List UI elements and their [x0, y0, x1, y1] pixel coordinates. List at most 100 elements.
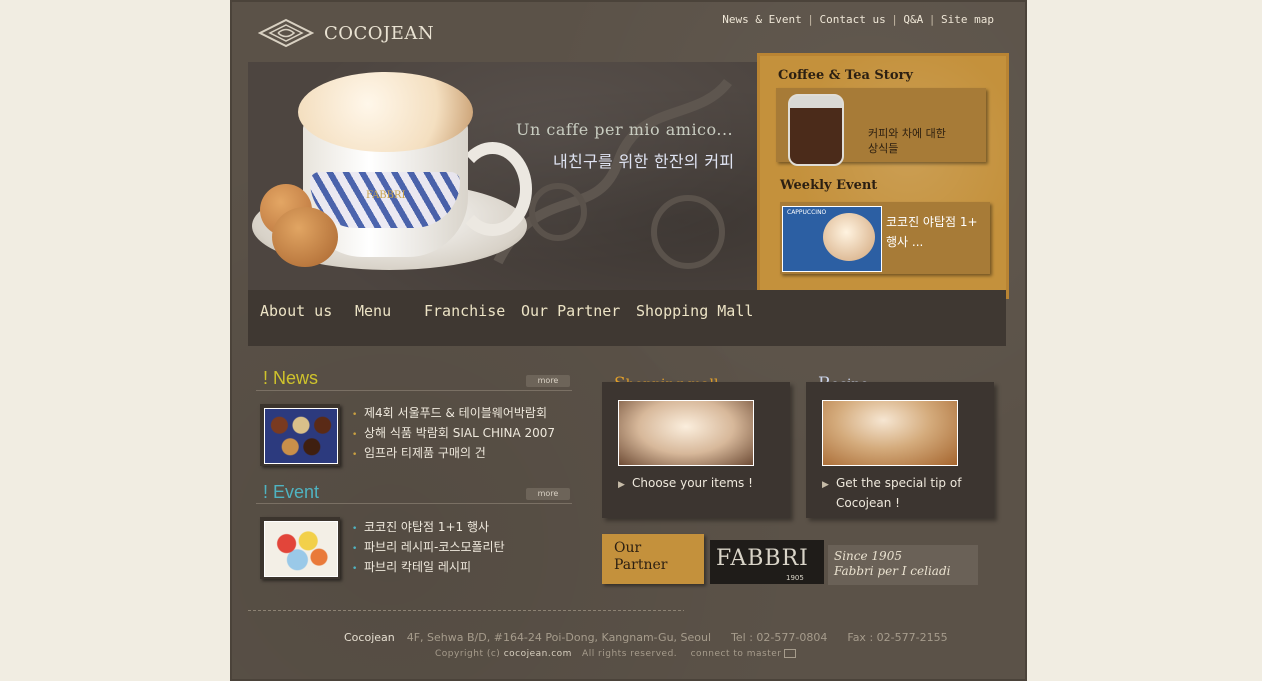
shopping-mall-card[interactable]: ▶ Choose your items ! [602, 382, 790, 518]
latte-image [618, 400, 754, 466]
slogan-korean: 내친구를 위한 한잔의 커피 [553, 152, 735, 171]
side-panel: Coffee & Tea Story 커피와 차에 대한 상식들 Weekly … [760, 56, 1006, 296]
weekly-event-card[interactable]: CAPPUCCINO 코코진 야탑점 1+ 행사 ... [780, 202, 990, 274]
footer-brand: Cocojean [344, 631, 395, 644]
recipe-text-line: Get the special tip of [836, 476, 962, 490]
list-item[interactable]: • 제4회 서울푸드 & 테이블웨어박람회 [352, 403, 555, 423]
footer-address: Cocojean 4F, Sehwa B/D, #164-24 Poi-Dong,… [344, 631, 948, 644]
list-item[interactable]: • 임프라 티제품 구매의 건 [352, 443, 555, 463]
partner-tag-line: Partner [614, 557, 668, 573]
biscuit-image [272, 207, 338, 267]
copyright-text: Copyright (c) [435, 649, 501, 659]
divider: | [892, 13, 897, 26]
top-link-sitemap[interactable]: Site map [941, 13, 994, 26]
top-link-news-event[interactable]: News & Event [722, 13, 801, 26]
fabbri-year: 1905 [786, 574, 804, 582]
divider: | [808, 13, 813, 26]
cappuccino-image [822, 400, 958, 466]
logo-diamond-icon [258, 18, 314, 48]
shopping-mall-text: ▶ Choose your items ! [618, 474, 753, 494]
fabbri-wordmark: FABBRI [716, 546, 809, 571]
nav-menu[interactable]: Menu [355, 302, 391, 320]
recipe-text-line: Cocojean ! [836, 496, 900, 510]
list-item[interactable]: • 파브리 칵테일 레시피 [352, 557, 505, 577]
news-item-text: 제4회 서울푸드 & 테이블웨어박람회 [364, 406, 547, 420]
cup-brand-label: FABBRI [366, 190, 406, 201]
partner-tag-line: Our [614, 540, 642, 556]
event-list: • 코코진 야탑점 1+1 행사 • 파브리 레시피-코스모폴리탄 • 파브리 칵테일… [352, 517, 505, 577]
mail-icon [784, 649, 797, 658]
recipe-card[interactable]: ▶ Get the special tip of Cocojean ! [806, 382, 994, 518]
slogan-line: Since 1905 [834, 549, 902, 563]
logo[interactable]: COCOJEAN [258, 18, 434, 48]
top-link-qa[interactable]: Q&A [903, 13, 923, 26]
footer-tel: Tel : 02-577-0804 [731, 631, 828, 644]
top-nav: News & Event | Contact us | Q&A | Site m… [722, 13, 994, 26]
bullet-icon: • [352, 544, 358, 554]
nav-about-us[interactable]: About us [260, 302, 332, 320]
nav-franchise[interactable]: Franchise [424, 302, 505, 320]
divider: | [930, 13, 935, 26]
hero-banner: FABBRI Un caffe per mio amico... 내친구를 위한… [248, 62, 758, 290]
event-item-text: 파브리 레시피-코스모폴리탄 [364, 540, 505, 554]
list-item[interactable]: • 파브리 레시피-코스모폴리탄 [352, 537, 505, 557]
news-item-text: 임프라 티제품 구매의 건 [364, 446, 486, 460]
news-title: ! News [263, 368, 319, 388]
event-more-button[interactable]: more [526, 488, 570, 500]
story-text-line: 커피와 차에 대한 [868, 127, 946, 140]
nav-our-partner[interactable]: Our Partner [521, 302, 620, 320]
story-description: 커피와 차에 대한 상식들 [868, 126, 946, 156]
fabbri-slogan-banner: Since 1905 Fabbri per I celiadi [828, 545, 978, 585]
list-item[interactable]: • 상해 식품 박람회 SIAL CHINA 2007 [352, 423, 555, 443]
event-title: ! Event [263, 482, 320, 502]
chocolates-image [264, 408, 338, 464]
slogan-line: Fabbri per I celiadi [834, 564, 951, 578]
footer-address-text: 4F, Sehwa B/D, #164-24 Poi-Dong, Kangnam… [406, 631, 712, 644]
top-link-contact[interactable]: Contact us [819, 13, 885, 26]
coffee-tea-story-title[interactable]: Coffee & Tea Story [778, 68, 913, 83]
nav-shopping-mall[interactable]: Shopping Mall [636, 302, 753, 320]
news-item-text: 상해 식품 박람회 SIAL CHINA 2007 [364, 426, 556, 440]
fabbri-logo[interactable]: FABBRI 1905 [710, 540, 824, 584]
footer-domain-link[interactable]: cocojean.com [504, 649, 572, 659]
story-text-line: 상식들 [868, 142, 899, 155]
shopping-text: Choose your items ! [632, 476, 753, 490]
news-list: • 제4회 서울푸드 & 테이블웨어박람회 • 상해 식품 박람회 SIAL CHI… [352, 403, 555, 463]
connect-text: connect to master [690, 649, 782, 659]
site-container: COCOJEAN News & Event | Contact us | Q&A… [230, 0, 1027, 681]
french-press-image [788, 94, 844, 166]
cappuccino-image [823, 213, 875, 261]
list-item[interactable]: • 코코진 야탑점 1+1 행사 [352, 517, 505, 537]
event-description: 코코진 야탑점 1+ 행사 ... [886, 212, 978, 252]
news-more-button[interactable]: more [526, 375, 570, 387]
footer-copyright: Copyright (c) cocojean.com All rights re… [435, 649, 797, 659]
recipe-text: ▶ Get the special tip of Cocojean ! [822, 474, 961, 512]
divider [256, 390, 572, 391]
arrow-icon: ▶ [618, 480, 625, 490]
weekly-event-title[interactable]: Weekly Event [780, 178, 877, 193]
event-thumbnail: CAPPUCCINO [782, 206, 882, 272]
logo-text: COCOJEAN [324, 22, 435, 44]
coffee-tea-story-card[interactable]: 커피와 차에 대한 상식들 [776, 88, 986, 166]
bullet-icon: • [352, 564, 358, 574]
event-item-text: 코코진 야탑점 1+1 행사 [364, 520, 490, 534]
event-thumb-label: CAPPUCCINO [787, 209, 827, 216]
rights-text: All rights reserved. [582, 649, 678, 659]
our-partner-label: Our Partner [614, 540, 667, 574]
bullet-icon: • [352, 410, 358, 420]
footer-divider [248, 610, 684, 611]
fabbri-slogan: Since 1905 Fabbri per I celiadi [834, 549, 950, 579]
footer-fax: Fax : 02-577-2155 [847, 631, 948, 644]
slogan-english: Un caffe per mio amico... [516, 120, 734, 139]
news-thumbnail [260, 404, 340, 466]
bullet-icon: • [352, 430, 358, 440]
our-partner-tag[interactable]: Our Partner [602, 534, 704, 584]
connect-to-master-link[interactable]: connect to master [691, 649, 797, 659]
event-text-line: 행사 ... [886, 235, 924, 249]
foam-image [298, 72, 473, 152]
event-text-line: 코코진 야탑점 1+ [886, 215, 978, 229]
divider [256, 503, 572, 504]
event-item-text: 파브리 칵테일 레시피 [364, 560, 471, 574]
event-thumbnail [260, 517, 340, 579]
arrow-icon: ▶ [822, 480, 829, 490]
